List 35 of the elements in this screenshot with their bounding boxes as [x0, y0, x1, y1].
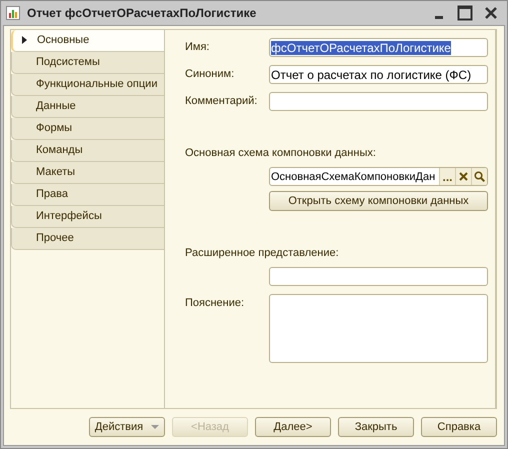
dialog-button[interactable]: Закрыть — [338, 417, 414, 437]
tab[interactable]: Прочее — [11, 228, 164, 250]
report-icon — [6, 6, 20, 20]
tab[interactable]: Команды — [11, 140, 164, 162]
choose-button[interactable]: ... — [439, 168, 455, 185]
tab[interactable]: Формы — [11, 118, 164, 140]
dialog-button[interactable]: Справка — [421, 417, 497, 437]
select-field[interactable]: ОсновнаяСхемаКомпоновкиДан ... — [269, 167, 488, 186]
dialog-button[interactable]: Далее> — [255, 417, 331, 437]
field-label: Комментарий: — [185, 95, 258, 107]
field-label: Синоним: — [185, 68, 234, 80]
caret-icon — [151, 424, 160, 430]
open-button[interactable]: Открыть схему компоновки данных — [269, 191, 488, 211]
tab[interactable]: Основные — [11, 30, 164, 52]
tab[interactable]: Функциональные опции — [11, 74, 164, 96]
tab[interactable]: Данные — [11, 96, 164, 118]
input-field[interactable] — [269, 267, 488, 286]
window-title: Отчет фсОтчетОРасчетахПоЛогистике — [27, 6, 258, 20]
field-label: Основная схема компоновки данных: — [185, 147, 376, 159]
input-field[interactable]: фсОтчетОРасчетахПоЛогистике — [269, 38, 488, 57]
actions-button[interactable]: Действия — [89, 417, 165, 437]
field-label: Расширенное представление: — [185, 247, 339, 259]
tab[interactable]: Интерфейсы — [11, 206, 164, 228]
input-field[interactable] — [269, 92, 488, 111]
close-icon[interactable] — [484, 6, 498, 20]
tab[interactable]: Макеты — [11, 162, 164, 184]
input-field[interactable]: Отчет о расчетах по логистике (ФС) — [269, 65, 488, 84]
search-icon[interactable] — [474, 171, 485, 182]
field-label: Имя: — [185, 41, 210, 53]
tab[interactable]: Подсистемы — [11, 52, 164, 74]
tab[interactable]: Права — [11, 184, 164, 206]
triangle-icon — [22, 36, 27, 44]
maximize-icon[interactable] — [457, 5, 473, 21]
field-label: Пояснение: — [185, 297, 244, 309]
clear-icon[interactable] — [459, 172, 468, 181]
